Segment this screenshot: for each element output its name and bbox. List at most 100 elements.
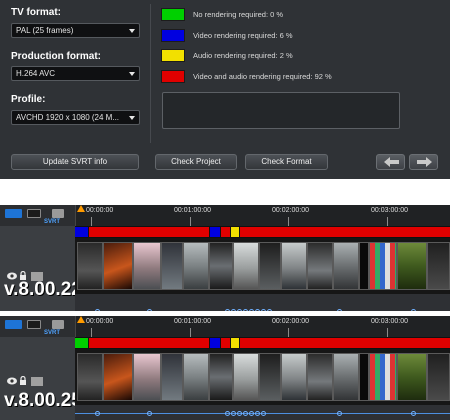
timeline-ruler[interactable]: 00:00:00 00:01:00:00 00:02:00:00 00:03:0…	[75, 316, 450, 337]
track-controls	[7, 373, 43, 391]
audio-keyframe[interactable]	[249, 411, 254, 416]
audio-keyframe[interactable]	[231, 411, 236, 416]
timeline-view-icon[interactable]	[27, 320, 41, 329]
tv-format-label: TV format:	[11, 7, 61, 18]
legend-video-rendering: Video rendering required: 6 %	[161, 29, 450, 43]
video-clip[interactable]	[333, 242, 359, 290]
track-header: v.8.00.2220	[0, 226, 103, 324]
video-clip[interactable]	[233, 353, 259, 401]
legend-swatch-red	[161, 70, 185, 83]
track-thumbnail-icon	[31, 377, 43, 386]
video-clip[interactable]	[103, 242, 133, 290]
audio-keyframe[interactable]	[225, 411, 230, 416]
chevron-down-icon	[129, 72, 135, 76]
video-clip[interactable]	[427, 242, 450, 290]
audio-keyframe[interactable]	[147, 411, 152, 416]
video-clip[interactable]	[333, 353, 359, 401]
production-format-dropdown[interactable]: H.264 AVC	[11, 66, 140, 81]
profile-dropdown[interactable]: AVCHD 1920 x 1080 (24 M...	[11, 110, 140, 125]
video-clip[interactable]	[183, 353, 209, 401]
video-clip[interactable]	[281, 242, 307, 290]
chevron-down-icon	[129, 116, 135, 120]
audio-keyframe[interactable]	[243, 411, 248, 416]
audio-keyframe[interactable]	[337, 411, 342, 416]
ruler-label: 00:03:00:00	[371, 207, 408, 214]
video-clip[interactable]	[307, 242, 333, 290]
video-clip[interactable]	[359, 353, 369, 401]
track-manager-icon[interactable]	[52, 209, 64, 218]
tv-format-value: PAL (25 frames)	[16, 26, 74, 35]
svrt-label: SVRT	[44, 219, 61, 225]
audio-keyframe[interactable]	[261, 411, 266, 416]
video-clip[interactable]	[259, 353, 281, 401]
ruler-label: 00:02:00:00	[272, 318, 309, 325]
production-format-value: H.264 AVC	[16, 69, 55, 78]
video-clip[interactable]	[161, 353, 183, 401]
video-clip[interactable]	[397, 353, 427, 401]
render-segment-video	[75, 227, 88, 237]
ruler-label: 00:00:00	[86, 207, 114, 214]
track-manager-icon[interactable]	[52, 320, 64, 329]
audio-keyframe[interactable]	[255, 411, 260, 416]
video-clip[interactable]	[397, 242, 427, 290]
render-segment-both	[240, 227, 450, 237]
video-clip[interactable]	[77, 353, 103, 401]
video-clip[interactable]	[259, 242, 281, 290]
timeline-view-icon[interactable]	[27, 209, 41, 218]
check-project-button[interactable]: Check Project	[155, 154, 237, 170]
video-clip[interactable]	[427, 353, 450, 401]
lock-icon[interactable]	[20, 375, 26, 386]
video-clip[interactable]	[281, 353, 307, 401]
render-segment-both	[221, 338, 230, 348]
legend-swatch-green	[161, 8, 185, 21]
video-track[interactable]	[75, 238, 450, 294]
panel-divider	[150, 4, 151, 143]
audio-keyframe[interactable]	[411, 411, 416, 416]
ruler-tick	[91, 217, 92, 226]
video-track[interactable]	[75, 349, 450, 405]
profile-label: Profile:	[11, 94, 46, 105]
ruler-tick	[387, 217, 388, 226]
timeline-ruler[interactable]: 00:00:00 00:01:00:00 00:02:00:00 00:03:0…	[75, 205, 450, 226]
video-clip[interactable]	[77, 242, 103, 290]
svrt-render-bar	[75, 226, 450, 238]
arrow-left-icon	[384, 157, 399, 167]
ruler-tick	[190, 217, 191, 226]
check-format-button[interactable]: Check Format	[245, 154, 328, 170]
video-clip[interactable]	[369, 242, 397, 290]
video-clip[interactable]	[133, 242, 161, 290]
video-clip[interactable]	[307, 353, 333, 401]
legend-swatch-yellow	[161, 49, 185, 62]
audio-track[interactable]	[75, 405, 450, 420]
playhead-marker[interactable]	[77, 205, 85, 212]
info-box	[162, 92, 400, 129]
video-clip[interactable]	[369, 353, 397, 401]
ruler-label: 00:01:00:00	[174, 318, 211, 325]
video-clip[interactable]	[133, 353, 161, 401]
audio-keyframe[interactable]	[95, 411, 100, 416]
storyboard-view-icon[interactable]	[5, 320, 22, 329]
video-clip[interactable]	[209, 353, 233, 401]
playhead-marker[interactable]	[77, 316, 85, 323]
previous-button[interactable]	[376, 154, 405, 170]
video-clip[interactable]	[183, 242, 209, 290]
video-clip[interactable]	[359, 242, 369, 290]
video-clip[interactable]	[209, 242, 233, 290]
render-segment-none	[75, 338, 88, 348]
ruler-tick	[387, 328, 388, 337]
next-button[interactable]	[409, 154, 438, 170]
render-segment-both	[89, 227, 209, 237]
render-segment-video	[210, 338, 220, 348]
ruler-tick	[288, 217, 289, 226]
tv-format-dropdown[interactable]: PAL (25 frames)	[11, 23, 140, 38]
update-svrt-info-button[interactable]: Update SVRT info	[11, 154, 139, 170]
video-clip[interactable]	[103, 353, 133, 401]
track-header: v.8.00.2508	[0, 337, 103, 420]
storyboard-view-icon[interactable]	[5, 209, 22, 218]
video-clip[interactable]	[233, 242, 259, 290]
eye-icon[interactable]	[7, 377, 17, 385]
render-segment-both	[221, 227, 230, 237]
audio-keyframe[interactable]	[237, 411, 242, 416]
video-clip[interactable]	[161, 242, 183, 290]
render-segment-both	[240, 338, 450, 348]
